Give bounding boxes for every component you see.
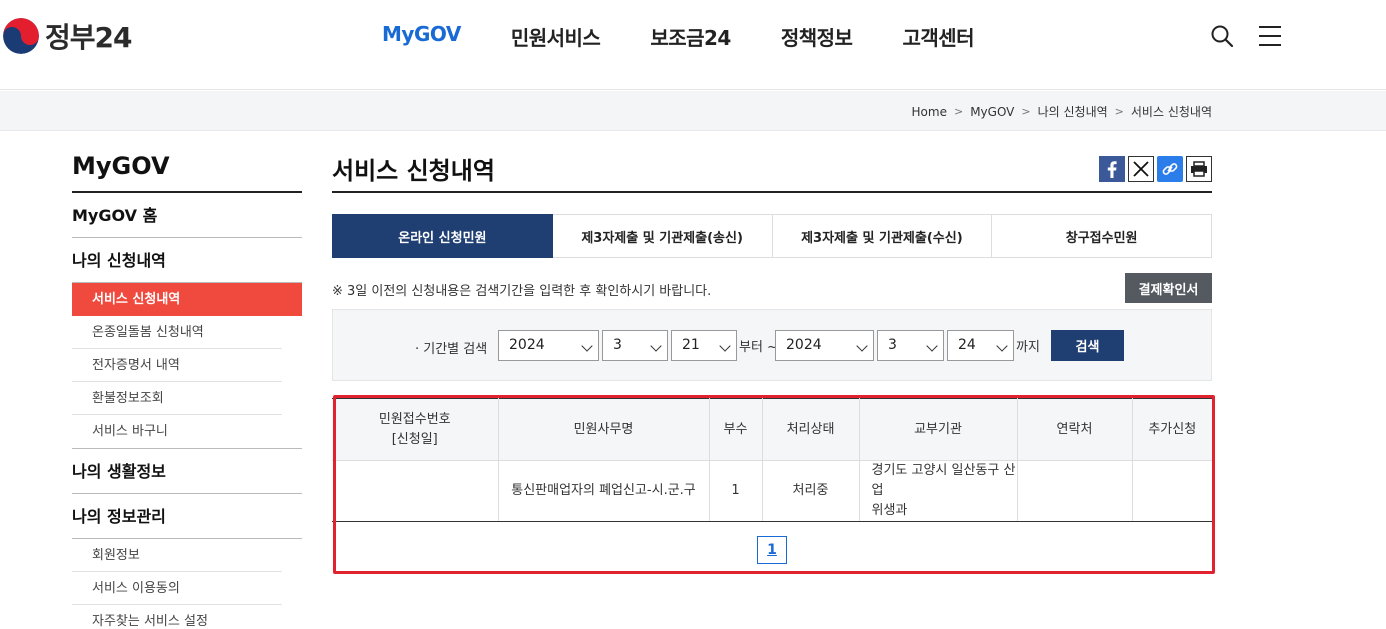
sidebar-title: MyGOV [72, 150, 302, 193]
to-year-value: 2024 [786, 337, 822, 353]
main-content: 서비스 신청내역 온라인 신청민원 제3자제출 및 기관제출(송신) 제3자제출… [332, 150, 1212, 564]
sidebar-item-e-certificates[interactable]: 전자증명서 내역 [72, 349, 282, 382]
breadcrumb: Home > MyGOV > 나의 신청내역 > 서비스 신청내역 [912, 103, 1212, 120]
x-twitter-icon[interactable] [1128, 156, 1154, 182]
sidebar-submenu-applications: 서비스 신청내역 온종일돌봄 신청내역 전자증명서 내역 환불정보조회 서비스 … [72, 283, 302, 449]
search-icon[interactable] [1210, 24, 1234, 48]
agency-line-2: 위생과 [871, 503, 908, 518]
chevron-right-icon: > [1114, 105, 1124, 118]
search-button[interactable]: 검색 [1051, 330, 1124, 361]
sidebar: MyGOV MyGOV 홈 나의 신청내역 서비스 신청내역 온종일돌봄 신청내… [72, 150, 302, 629]
to-day-value: 24 [958, 337, 976, 353]
sidebar-item-service-applications[interactable]: 서비스 신청내역 [72, 283, 302, 316]
cell-additional [1132, 460, 1212, 522]
sidebar-item-member-info[interactable]: 회원정보 [72, 539, 282, 572]
cell-contact [1017, 460, 1133, 522]
chevron-right-icon: > [1021, 105, 1031, 118]
print-icon[interactable] [1186, 156, 1212, 182]
breadcrumb-mygov[interactable]: MyGOV [970, 105, 1014, 119]
agency-line-1: 경기도 고양시 일산동구 산업 [871, 463, 1016, 498]
chevron-down-icon [996, 340, 1008, 352]
period-search-label: · 기간별 검색 [415, 342, 488, 357]
to-month-select[interactable]: 3 [877, 330, 944, 361]
to-year-select[interactable]: 2024 [775, 330, 874, 361]
link-copy-icon[interactable] [1157, 156, 1183, 182]
nav-subsidy24[interactable]: 보조금24 [650, 22, 731, 51]
payment-receipt-button[interactable]: 결제확인서 [1125, 273, 1212, 303]
column-header-copies: 부수 [709, 398, 763, 461]
from-day-select[interactable]: 21 [671, 330, 737, 361]
from-year-value: 2024 [509, 337, 545, 353]
tab-third-party-sent[interactable]: 제3자제출 및 기관제출(송신) [552, 214, 773, 258]
hamburger-menu-icon[interactable] [1258, 24, 1282, 48]
sidebar-item-my-applications[interactable]: 나의 신청내역 [72, 238, 302, 283]
cell-copies: 1 [709, 460, 763, 522]
application-tabs: 온라인 신청민원 제3자제출 및 기관제출(송신) 제3자제출 및 기관제출(수… [332, 214, 1212, 258]
header-receipt-no-label: 민원접수번호 [378, 411, 451, 427]
sidebar-item-service-basket[interactable]: 서비스 바구니 [72, 415, 282, 448]
cell-issuing-agency: 경기도 고양시 일산동구 산업위생과 [859, 460, 1018, 522]
sidebar-item-my-life-info[interactable]: 나의 생활정보 [72, 449, 302, 494]
tab-online-applications[interactable]: 온라인 신청민원 [332, 214, 553, 258]
sidebar-item-service-consent[interactable]: 서비스 이용동의 [72, 572, 282, 605]
tab-third-party-received[interactable]: 제3자제출 및 기관제출(수신) [772, 214, 993, 258]
pagination-page-1[interactable]: 1 [757, 536, 787, 564]
chevron-down-icon [581, 340, 593, 352]
column-header-status: 처리상태 [762, 398, 860, 461]
sidebar-item-allday-care[interactable]: 온종일돌봄 신청내역 [72, 316, 282, 349]
from-month-select[interactable]: 3 [602, 330, 668, 361]
chevron-down-icon [926, 340, 938, 352]
facebook-icon[interactable] [1099, 156, 1125, 182]
from-year-select[interactable]: 2024 [498, 330, 599, 361]
column-header-contact: 연락처 [1017, 398, 1133, 461]
nav-mygov[interactable]: MyGOV [382, 22, 461, 51]
breadcrumb-my-applications[interactable]: 나의 신청내역 [1038, 103, 1108, 120]
chevron-down-icon [650, 340, 662, 352]
period-search-box: · 기간별 검색 2024 3 21 부터 ~ 2024 3 24 까지 검색 [332, 309, 1212, 381]
nav-policy-info[interactable]: 정책정보 [781, 22, 853, 51]
column-header-issuing-agency: 교부기관 [859, 398, 1018, 461]
site-header: 정부24 MyGOV 민원서비스 보조금24 정책정보 고객센터 [0, 0, 1386, 90]
chevron-right-icon: > [953, 105, 964, 118]
main-nav: MyGOV 민원서비스 보조금24 정책정보 고객센터 [382, 22, 1024, 51]
logo-text: 정부24 [45, 21, 132, 54]
from-day-value: 21 [682, 337, 700, 353]
tab-counter-applications[interactable]: 창구접수민원 [992, 214, 1212, 258]
header-apply-date-label: [신청일] [391, 431, 438, 447]
cell-service-name[interactable]: 통신판매업자의 폐업신고-시.군.구 [498, 460, 710, 522]
cell-status: 처리중 [762, 460, 860, 522]
from-suffix: 부터 ~ [739, 340, 778, 355]
breadcrumb-current[interactable]: 서비스 신청내역 [1131, 103, 1212, 120]
from-month-value: 3 [613, 337, 622, 353]
table-row[interactable]: 통신판매업자의 폐업신고-시.군.구 1 처리중 경기도 고양시 일산동구 산업… [332, 460, 1212, 522]
column-header-service-name: 민원사무명 [498, 398, 710, 461]
sidebar-item-refund-info[interactable]: 환불정보조회 [72, 382, 282, 415]
sidebar-item-my-info-management[interactable]: 나의 정보관리 [72, 494, 302, 539]
breadcrumb-home[interactable]: Home [912, 105, 947, 119]
notice-text: ※ 3일 이전의 신청내용은 검색기간을 입력한 후 확인하시기 바랍니다. [332, 284, 712, 299]
breadcrumb-bar: Home > MyGOV > 나의 신청내역 > 서비스 신청내역 [0, 91, 1386, 131]
taegeuk-emblem-icon [3, 18, 39, 54]
sidebar-item-mygov-home[interactable]: MyGOV 홈 [72, 193, 302, 238]
to-suffix: 까지 [1016, 340, 1040, 355]
to-day-select[interactable]: 24 [947, 330, 1014, 361]
site-logo[interactable]: 정부24 [3, 16, 132, 56]
to-month-value: 3 [888, 337, 897, 353]
nav-customer-center[interactable]: 고객센터 [902, 22, 974, 51]
applications-table: 민원접수번호 [신청일] 민원사무명 부수 처리상태 교부기관 연락처 추가신청 … [332, 398, 1212, 522]
column-header-receipt-no: 민원접수번호 [신청일] [332, 398, 499, 461]
chevron-down-icon [856, 340, 868, 352]
chevron-down-icon [719, 340, 731, 352]
column-header-additional: 추가신청 [1132, 398, 1212, 461]
sidebar-submenu-info: 회원정보 서비스 이용동의 자주찾는 서비스 설정 [72, 539, 302, 629]
nav-civil-service[interactable]: 민원서비스 [511, 22, 601, 51]
page-title: 서비스 신청내역 [332, 150, 1212, 193]
share-tools [1096, 156, 1212, 182]
cell-receipt-no[interactable] [332, 460, 499, 522]
sidebar-item-favorite-services[interactable]: 자주찾는 서비스 설정 [72, 605, 282, 629]
